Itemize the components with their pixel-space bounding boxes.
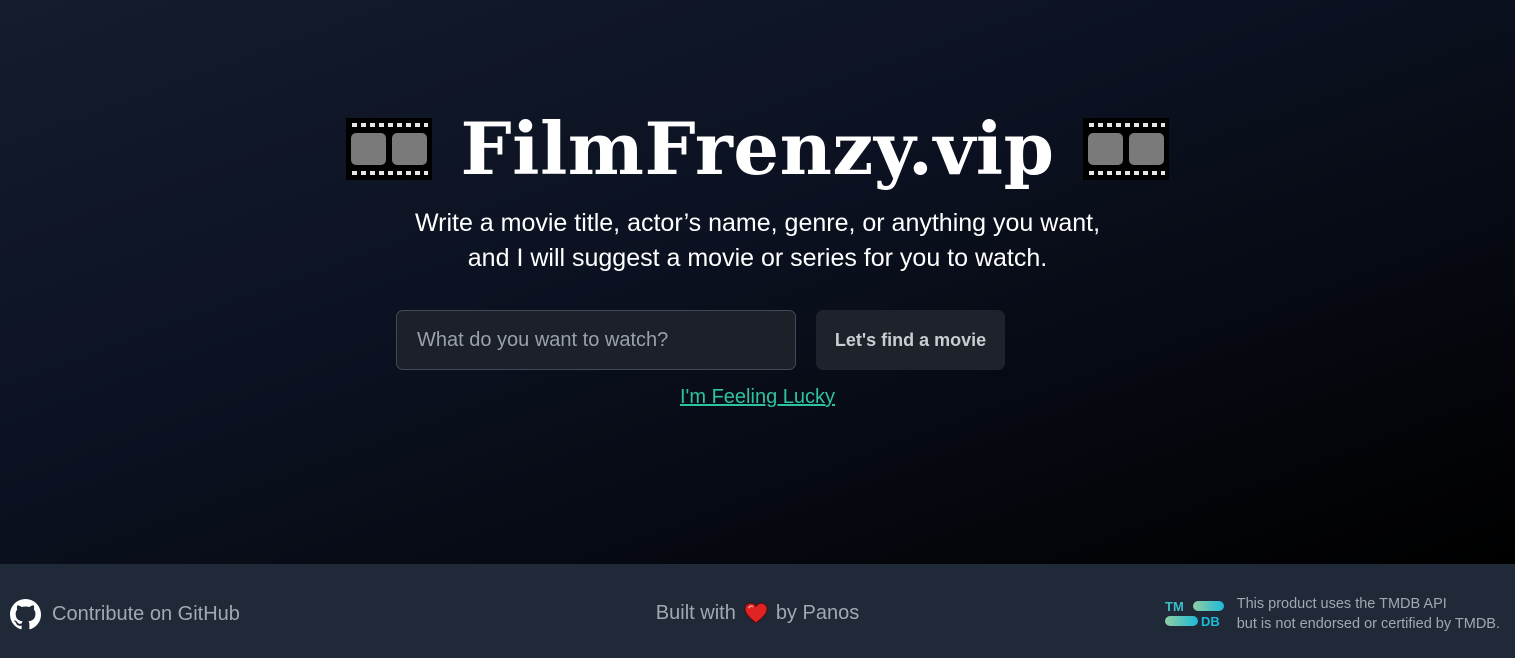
tmdb-logo: TM DB (1164, 599, 1224, 629)
tmdb-attribution: TM DB This product uses the TMDB API but… (1164, 594, 1500, 634)
heart-icon (744, 602, 768, 624)
title-row: FilmFrenzy.vip (0, 104, 1515, 194)
lucky-link-row: I'm Feeling Lucky (0, 384, 1515, 410)
find-movie-button[interactable]: Let's find a movie (816, 310, 1005, 370)
tmdb-disclaimer: This product uses the TMDB API but is no… (1237, 594, 1500, 634)
footer: Contribute on GitHub Built with by Panos… (0, 564, 1515, 658)
hero-section: FilmFrenzy.vip Write a movie title, acto… (0, 0, 1515, 564)
built-with-prefix: Built with (655, 602, 736, 624)
tmdb-logo-top: TM (1165, 599, 1184, 614)
tmdb-logo-bottom: DB (1201, 614, 1220, 629)
tmdb-disclaimer-line-1: This product uses the TMDB API (1236, 596, 1447, 612)
feeling-lucky-link[interactable]: I'm Feeling Lucky (680, 386, 835, 408)
built-with-suffix: by Panos (775, 602, 860, 624)
subtitle-line-1: Write a movie title, actor’s name, genre… (414, 209, 1101, 237)
film-frames-icon (1082, 118, 1169, 180)
film-frames-icon (346, 118, 433, 180)
subtitle-line-2: and I will suggest a movie or series for… (467, 244, 1048, 272)
site-title: FilmFrenzy.vip (460, 106, 1055, 191)
search-input[interactable] (396, 310, 796, 370)
subtitle: Write a movie title, actor’s name, genre… (0, 206, 1515, 276)
tmdb-disclaimer-line-2: but is not endorsed or certified by TMDB… (1236, 616, 1500, 632)
